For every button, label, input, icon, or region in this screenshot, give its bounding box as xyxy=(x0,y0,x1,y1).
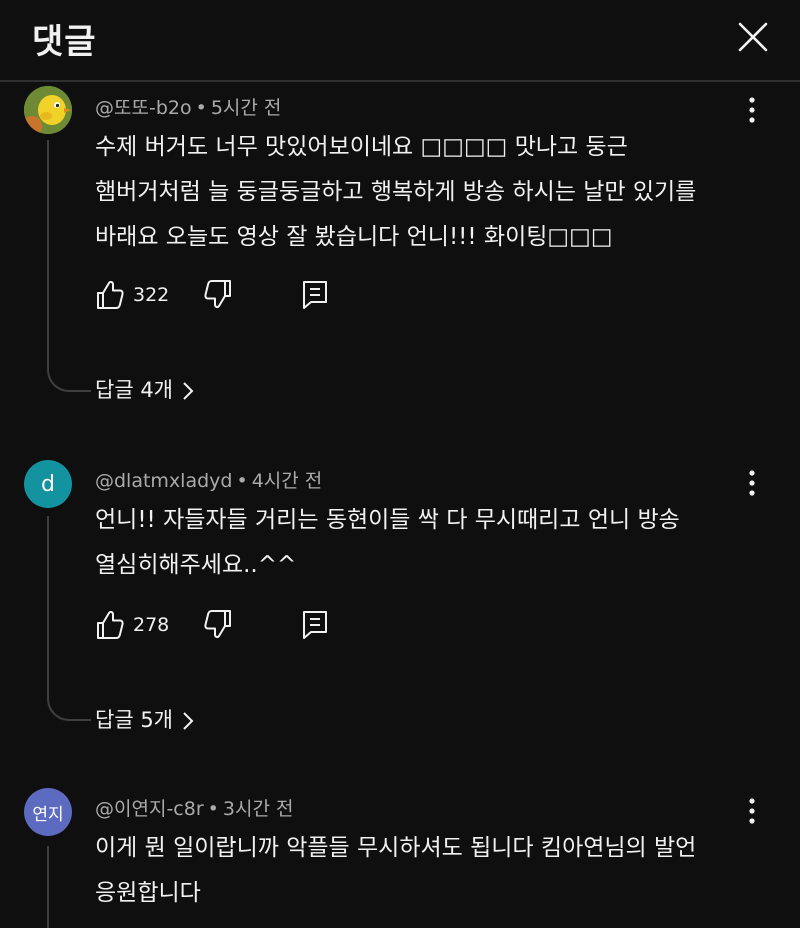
replies-count: 답글 4개 xyxy=(95,378,173,402)
replies-count: 답글 5개 xyxy=(95,708,173,732)
more-vertical-icon xyxy=(749,97,755,123)
reply-icon xyxy=(303,281,327,309)
avatar[interactable]: 연지 xyxy=(24,788,72,836)
chevron-right-icon xyxy=(183,712,194,730)
dislike-button[interactable] xyxy=(203,608,235,644)
comment-meta: @또또-b2o • 5시간 전 xyxy=(95,97,282,119)
close-icon xyxy=(738,22,768,52)
view-replies-button[interactable]: 답글 5개 xyxy=(95,704,195,734)
thread-line xyxy=(47,846,91,928)
more-vertical-icon xyxy=(749,470,755,496)
thumbs-down-icon xyxy=(204,610,231,639)
comment-time: 4시간 전 xyxy=(251,470,323,492)
like-button[interactable]: 278 xyxy=(95,608,175,644)
avatar[interactable] xyxy=(24,86,72,134)
comment-text: 수제 버거도 너무 맛있어보이네요 □□□□ 맛나고 둥근 햄버거처럼 늘 둥글… xyxy=(95,134,697,250)
avatar-text: 연지 xyxy=(32,804,64,825)
chevron-right-icon xyxy=(183,382,194,400)
yellow-bird-avatar-icon xyxy=(24,86,72,134)
avatar-letter: d xyxy=(41,471,55,497)
thread-line xyxy=(47,516,91,721)
reply-button[interactable] xyxy=(300,608,332,644)
reply-icon xyxy=(303,611,327,639)
like-count: 278 xyxy=(133,614,170,636)
dislike-button[interactable] xyxy=(203,278,235,314)
comments-header: 댓글 xyxy=(0,0,800,82)
close-button[interactable] xyxy=(728,12,776,60)
comment-author[interactable]: @또또-b2o xyxy=(95,97,192,119)
comment-time: 3시간 전 xyxy=(222,798,294,820)
thread-line xyxy=(47,140,91,392)
like-button[interactable]: 322 xyxy=(95,278,175,314)
more-options-button[interactable] xyxy=(740,793,764,829)
comment-text: 이게 뭔 일이랍니까 악플들 무시하셔도 됩니다 킴아연님의 발언 응원합니다 xyxy=(95,835,697,906)
more-vertical-icon xyxy=(749,798,755,824)
thumbs-up-icon xyxy=(97,610,124,639)
like-count: 322 xyxy=(133,284,170,306)
thumbs-up-icon xyxy=(97,280,124,309)
comment-time: 5시간 전 xyxy=(210,97,282,119)
reply-button[interactable] xyxy=(300,278,332,314)
comment-meta: @dlatmxladyd • 4시간 전 xyxy=(95,470,323,492)
comment-author[interactable]: @dlatmxladyd xyxy=(95,470,232,492)
avatar[interactable]: d xyxy=(24,460,72,508)
comment-meta: @이연지-c8r • 3시간 전 xyxy=(95,798,294,820)
view-replies-button[interactable]: 답글 4개 xyxy=(95,374,195,404)
more-options-button[interactable] xyxy=(740,465,764,501)
more-options-button[interactable] xyxy=(740,92,764,128)
comment-author[interactable]: @이연지-c8r xyxy=(95,798,204,820)
thumbs-down-icon xyxy=(204,280,231,309)
comment-text: 언니!! 자들자들 거리는 동현이들 싹 다 무시때리고 언니 방송 열심히해주… xyxy=(95,507,680,578)
page-title: 댓글 xyxy=(32,22,97,62)
